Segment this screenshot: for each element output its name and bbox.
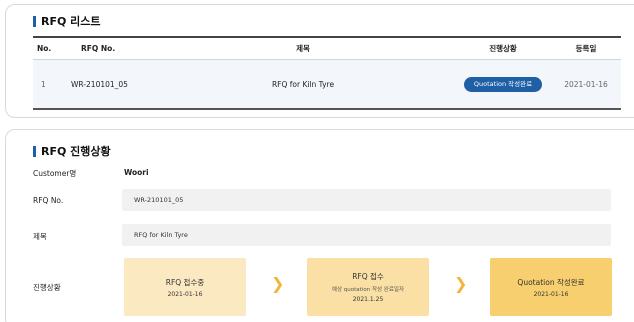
step-rfq-receiving: RFQ 접수중 2021-01-16 <box>124 258 246 316</box>
column-header-rfq-no: RFQ No. <box>81 44 116 53</box>
customer-value: Woori <box>124 168 149 177</box>
step-date: 2021-01-16 <box>533 290 569 298</box>
subject-field: RFQ for Kiln Tyre <box>122 224 611 246</box>
title-accent-bar <box>33 145 36 157</box>
column-header-title: 제목 <box>296 44 310 53</box>
column-header-date: 등록일 <box>575 44 597 53</box>
rfq-no-label: RFQ No. <box>33 196 64 205</box>
step-date: 2021.1.25 <box>352 296 384 303</box>
row-no: 1 <box>41 79 46 89</box>
rfq-list-title: RFQ 리스트 <box>33 13 101 29</box>
chevron-right-icon: ❯ <box>271 274 285 293</box>
column-header-no: No. <box>37 44 52 53</box>
step-title: RFQ 접수 <box>352 272 384 281</box>
column-header-status: 진행상황 <box>489 44 517 53</box>
rfq-table-header: No. RFQ No. 제목 진행상황 등록일 <box>33 36 621 60</box>
row-rfq-no: WR-210101_05 <box>71 79 128 89</box>
rfq-progress-title-text: RFQ 진행상황 <box>41 145 111 158</box>
subject-label: 제목 <box>33 232 47 241</box>
rfq-list-title-text: RFQ 리스트 <box>41 15 101 28</box>
title-accent-bar <box>33 15 36 27</box>
status-badge[interactable]: Quotation 작성완료 <box>463 76 543 92</box>
rfq-progress-title: RFQ 진행상황 <box>33 143 111 159</box>
table-row[interactable]: 1 WR-210101_05 RFQ for Kiln Tyre Quotati… <box>33 60 621 110</box>
rfq-no-field: WR-210101_05 <box>122 189 611 211</box>
step-title: Quotation 작성완료 <box>517 277 585 287</box>
row-status: Quotation 작성완료 <box>453 60 553 108</box>
chevron-right-icon: ❯ <box>454 274 468 293</box>
row-date: 2021-01-16 <box>564 79 608 89</box>
step-quotation-complete: Quotation 작성완료 2021-01-16 <box>490 258 612 316</box>
row-title: RFQ for Kiln Tyre <box>271 79 335 89</box>
step-rfq-received: RFQ 접수 예상 quotation 작성 완료일자 2021.1.25 <box>307 258 429 316</box>
step-title: RFQ 접수중 <box>165 277 205 287</box>
customer-label: Customer명 <box>33 169 77 178</box>
status-label: 진행상황 <box>33 283 61 292</box>
step-date: 2021-01-16 <box>167 290 203 298</box>
rfq-progress-card: RFQ 진행상황 Customer명 Woori RFQ No. WR-2101… <box>5 129 634 322</box>
rfq-list-card: RFQ 리스트 No. RFQ No. 제목 진행상황 등록일 1 WR-210… <box>5 4 634 118</box>
step-subtitle: 예상 quotation 작성 완료일자 <box>331 287 405 293</box>
